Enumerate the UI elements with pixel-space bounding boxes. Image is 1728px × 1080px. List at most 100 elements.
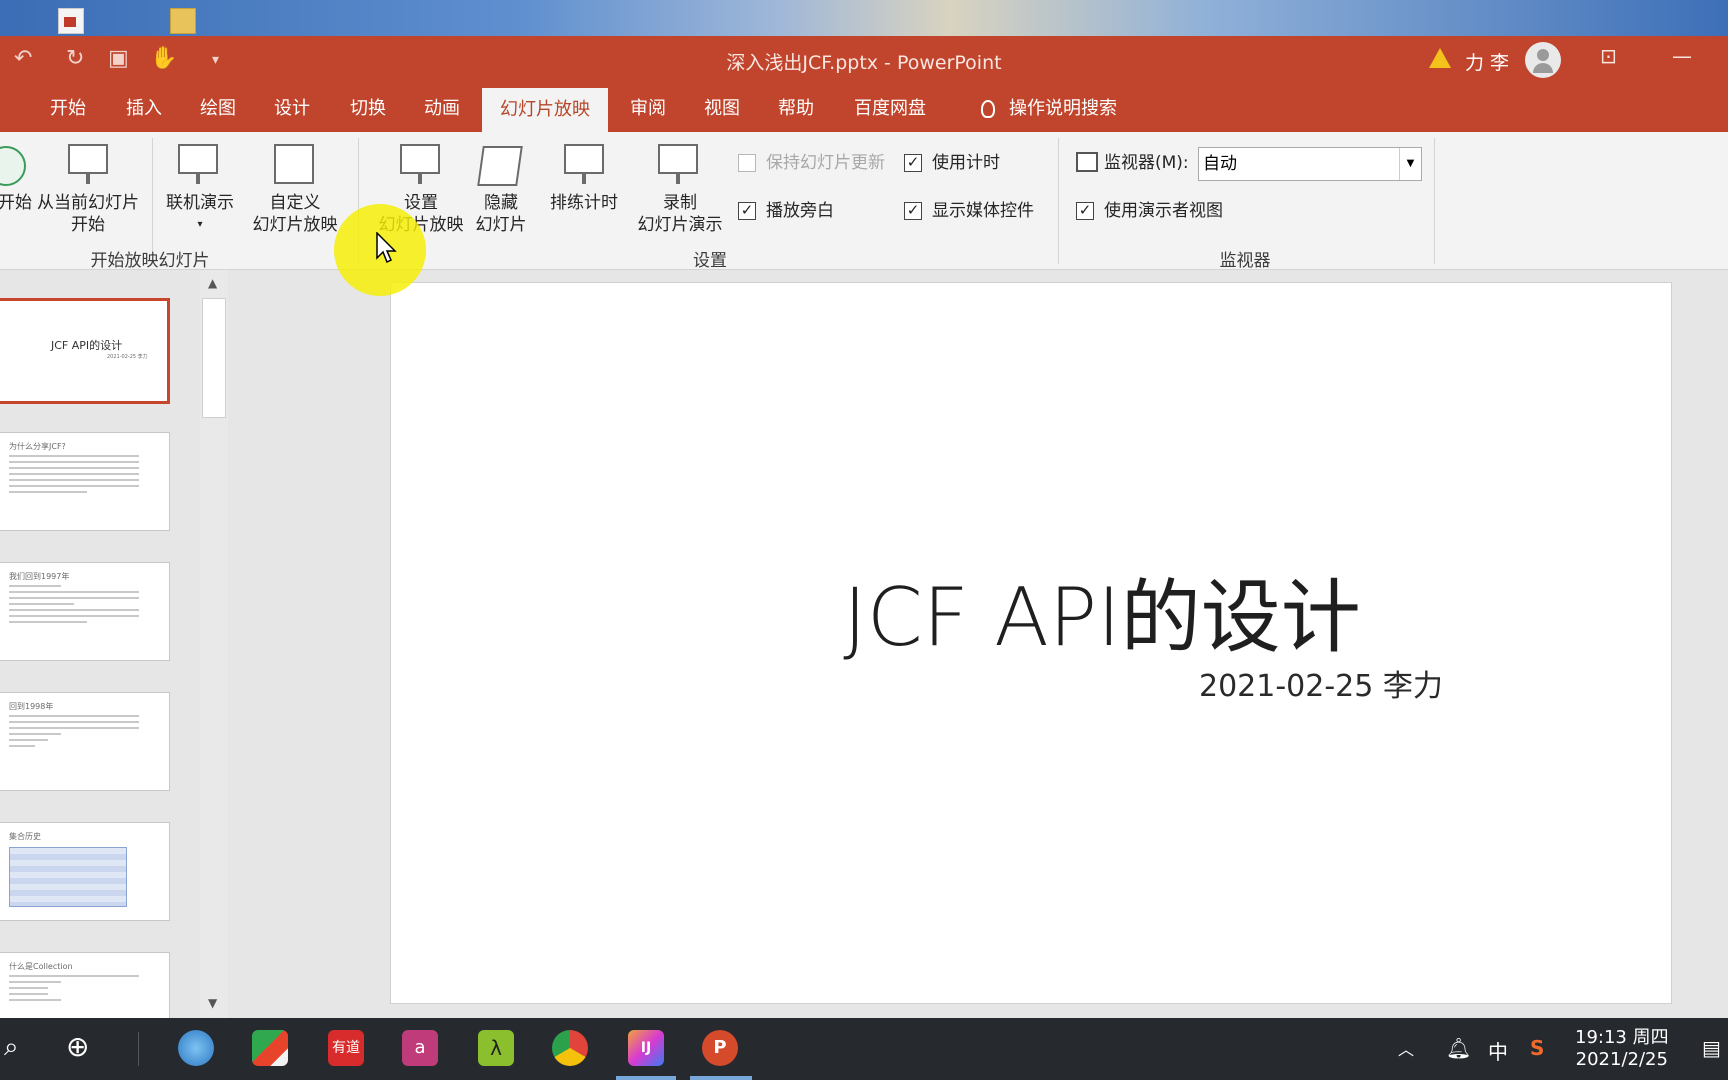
slide-thumbnail[interactable]: JCF API的设计 2021-02-25 李力 [0, 298, 170, 404]
group-label-setup: 设置 [693, 251, 727, 271]
running-indicator [690, 1076, 752, 1080]
tell-me-label: 操作说明搜索 [1009, 98, 1117, 119]
monitor-select[interactable]: 自动 ▼ [1198, 147, 1422, 181]
thumbnail-body [9, 715, 139, 751]
tab-slideshow[interactable]: 幻灯片放映 [482, 88, 608, 132]
from-current-slide-button[interactable]: 从当前幻灯片 开始 [32, 192, 144, 236]
task-view-icon[interactable]: ⊕ [66, 1030, 89, 1063]
slide-subtitle[interactable]: 2021-02-25 李力 [1199, 661, 1443, 705]
online-present-icon[interactable] [178, 144, 218, 184]
hide-label-2: 幻灯片 [475, 215, 527, 235]
hide-label-1: 隐藏 [484, 193, 518, 213]
tab-animations[interactable]: 动画 [404, 86, 480, 132]
mouse-cursor-icon [376, 232, 397, 264]
sogou-ime-icon[interactable]: S [1530, 1036, 1544, 1060]
presenter-view-checkbox[interactable]: ✓ [1076, 202, 1094, 220]
custom-label-2: 幻灯片放映 [252, 215, 338, 235]
tab-view[interactable]: 视图 [684, 86, 760, 132]
youdao-app-icon[interactable]: 有道 [328, 1030, 364, 1066]
tab-help[interactable]: 帮助 [758, 86, 834, 132]
separator [138, 1032, 139, 1066]
chevron-up-icon[interactable]: ︿ [1398, 1036, 1414, 1060]
slide-title[interactable]: JCF API的设计 [391, 553, 1673, 669]
separator [1434, 138, 1435, 264]
notification-bell-icon[interactable]: 🔔︎ [1446, 1036, 1471, 1060]
custom-label-1: 自定义 [269, 193, 321, 213]
ribbon-display-options-icon[interactable]: ⊡ [1600, 44, 1617, 68]
thumbnail-title: 回到1998年 [9, 702, 54, 711]
slide-thumbnail-pane: JCF API的设计 2021-02-25 李力 为什么分享JCF? 我们回到1… [0, 270, 230, 1018]
warning-icon[interactable] [1429, 48, 1451, 68]
clock[interactable]: 19:13 周四 2021/2/25 [1575, 1027, 1669, 1071]
chrome-app-icon[interactable] [552, 1030, 588, 1066]
desktop-document-icon[interactable] [58, 8, 84, 34]
thumbnail-title: 什么是Collection [9, 962, 73, 971]
play-narration-checkbox[interactable]: ✓ [738, 202, 756, 220]
slide-thumbnail[interactable]: 集合历史 [0, 822, 170, 921]
app-icon[interactable] [252, 1030, 288, 1066]
slide-thumbnail[interactable]: 我们回到1997年 [0, 562, 170, 661]
thumbnail-title: 集合历史 [9, 832, 41, 841]
separator [1058, 138, 1059, 264]
keep-updated-label: 保持幻灯片更新 [766, 153, 885, 173]
search-icon[interactable]: ⌕ [4, 1032, 19, 1063]
tab-draw[interactable]: 绘图 [180, 86, 256, 132]
clock-date: 2021/2/25 [1575, 1049, 1668, 1070]
tab-home[interactable]: 开始 [30, 86, 106, 132]
record-label-2: 幻灯片演示 [637, 215, 723, 235]
hide-slide-icon[interactable] [477, 146, 523, 186]
scrollbar-thumb[interactable] [202, 298, 226, 418]
avatar[interactable] [1525, 42, 1561, 78]
rehearse-timings-button[interactable]: 排练计时 [544, 192, 624, 214]
intellij-app-icon[interactable]: IJ [628, 1030, 664, 1066]
from-beginning-button[interactable]: 开始 [0, 192, 32, 214]
tab-insert[interactable]: 插入 [106, 86, 182, 132]
rehearse-timings-icon[interactable] [564, 144, 604, 184]
action-center-icon[interactable]: ▤ [1702, 1036, 1721, 1060]
slide-canvas[interactable]: JCF API的设计 2021-02-25 李力 [390, 282, 1672, 1004]
record-slideshow-button[interactable]: 录制 幻灯片演示 [624, 192, 736, 236]
custom-slideshow-button[interactable]: 自定义 幻灯片放映 [240, 192, 350, 236]
thumbnail-body [9, 975, 139, 1005]
setup-slideshow-icon[interactable] [400, 144, 440, 184]
tab-transitions[interactable]: 切换 [330, 86, 406, 132]
record-slideshow-icon[interactable] [658, 144, 698, 184]
user-name[interactable]: 力 李 [1465, 48, 1509, 75]
thumbnail-subtitle: 2021-02-25 李力 [107, 354, 148, 360]
tab-review[interactable]: 审阅 [610, 86, 686, 132]
scroll-down-icon[interactable]: ▼ [208, 996, 217, 1010]
thumbnail-title: 为什么分享JCF? [9, 442, 66, 451]
dictionary-app-icon[interactable]: a [402, 1030, 438, 1066]
thumbnail-body [9, 585, 139, 627]
ime-indicator[interactable]: 中 [1488, 1036, 1508, 1065]
tab-baidu-netdisk[interactable]: 百度网盘 [840, 86, 940, 132]
hide-slide-button[interactable]: 隐藏 幻灯片 [470, 192, 532, 236]
clock-time: 19:13 周四 [1575, 1027, 1669, 1048]
tab-design[interactable]: 设计 [254, 86, 330, 132]
lambda-app-icon[interactable]: λ [478, 1030, 514, 1066]
thumbnail-scrollbar[interactable]: ▲ ▼ [200, 270, 228, 1018]
presenter-view-label: 使用演示者视图 [1104, 201, 1223, 221]
from-current-slide-icon[interactable] [68, 144, 108, 184]
desktop-folder-icon[interactable] [170, 8, 196, 34]
keep-updated-checkbox[interactable] [738, 154, 756, 172]
online-present-button[interactable]: 联机演示 ▾ [160, 192, 240, 236]
monitor-select-value: 自动 [1203, 154, 1237, 174]
tell-me-search[interactable]: 操作说明搜索 [964, 86, 1134, 132]
slide-thumbnail[interactable]: 什么是Collection [0, 952, 170, 1018]
slide-thumbnail[interactable]: 回到1998年 [0, 692, 170, 791]
chevron-down-icon[interactable]: ▼ [1399, 148, 1421, 180]
powerpoint-app-icon[interactable]: P [702, 1030, 738, 1066]
show-media-label: 显示媒体控件 [932, 201, 1034, 221]
custom-slideshow-icon[interactable] [274, 144, 314, 184]
monitor-icon [1076, 152, 1098, 172]
show-media-checkbox[interactable]: ✓ [904, 202, 922, 220]
use-timings-checkbox[interactable]: ✓ [904, 154, 922, 172]
edge-app-icon[interactable] [178, 1030, 214, 1066]
slide-thumbnail[interactable]: 为什么分享JCF? [0, 432, 170, 531]
use-timings-label: 使用计时 [932, 153, 1000, 173]
play-icon[interactable] [0, 146, 26, 186]
from-current-label-2: 开始 [71, 215, 105, 235]
scroll-up-icon[interactable]: ▲ [208, 276, 217, 290]
minimize-icon[interactable]: — [1672, 44, 1692, 68]
